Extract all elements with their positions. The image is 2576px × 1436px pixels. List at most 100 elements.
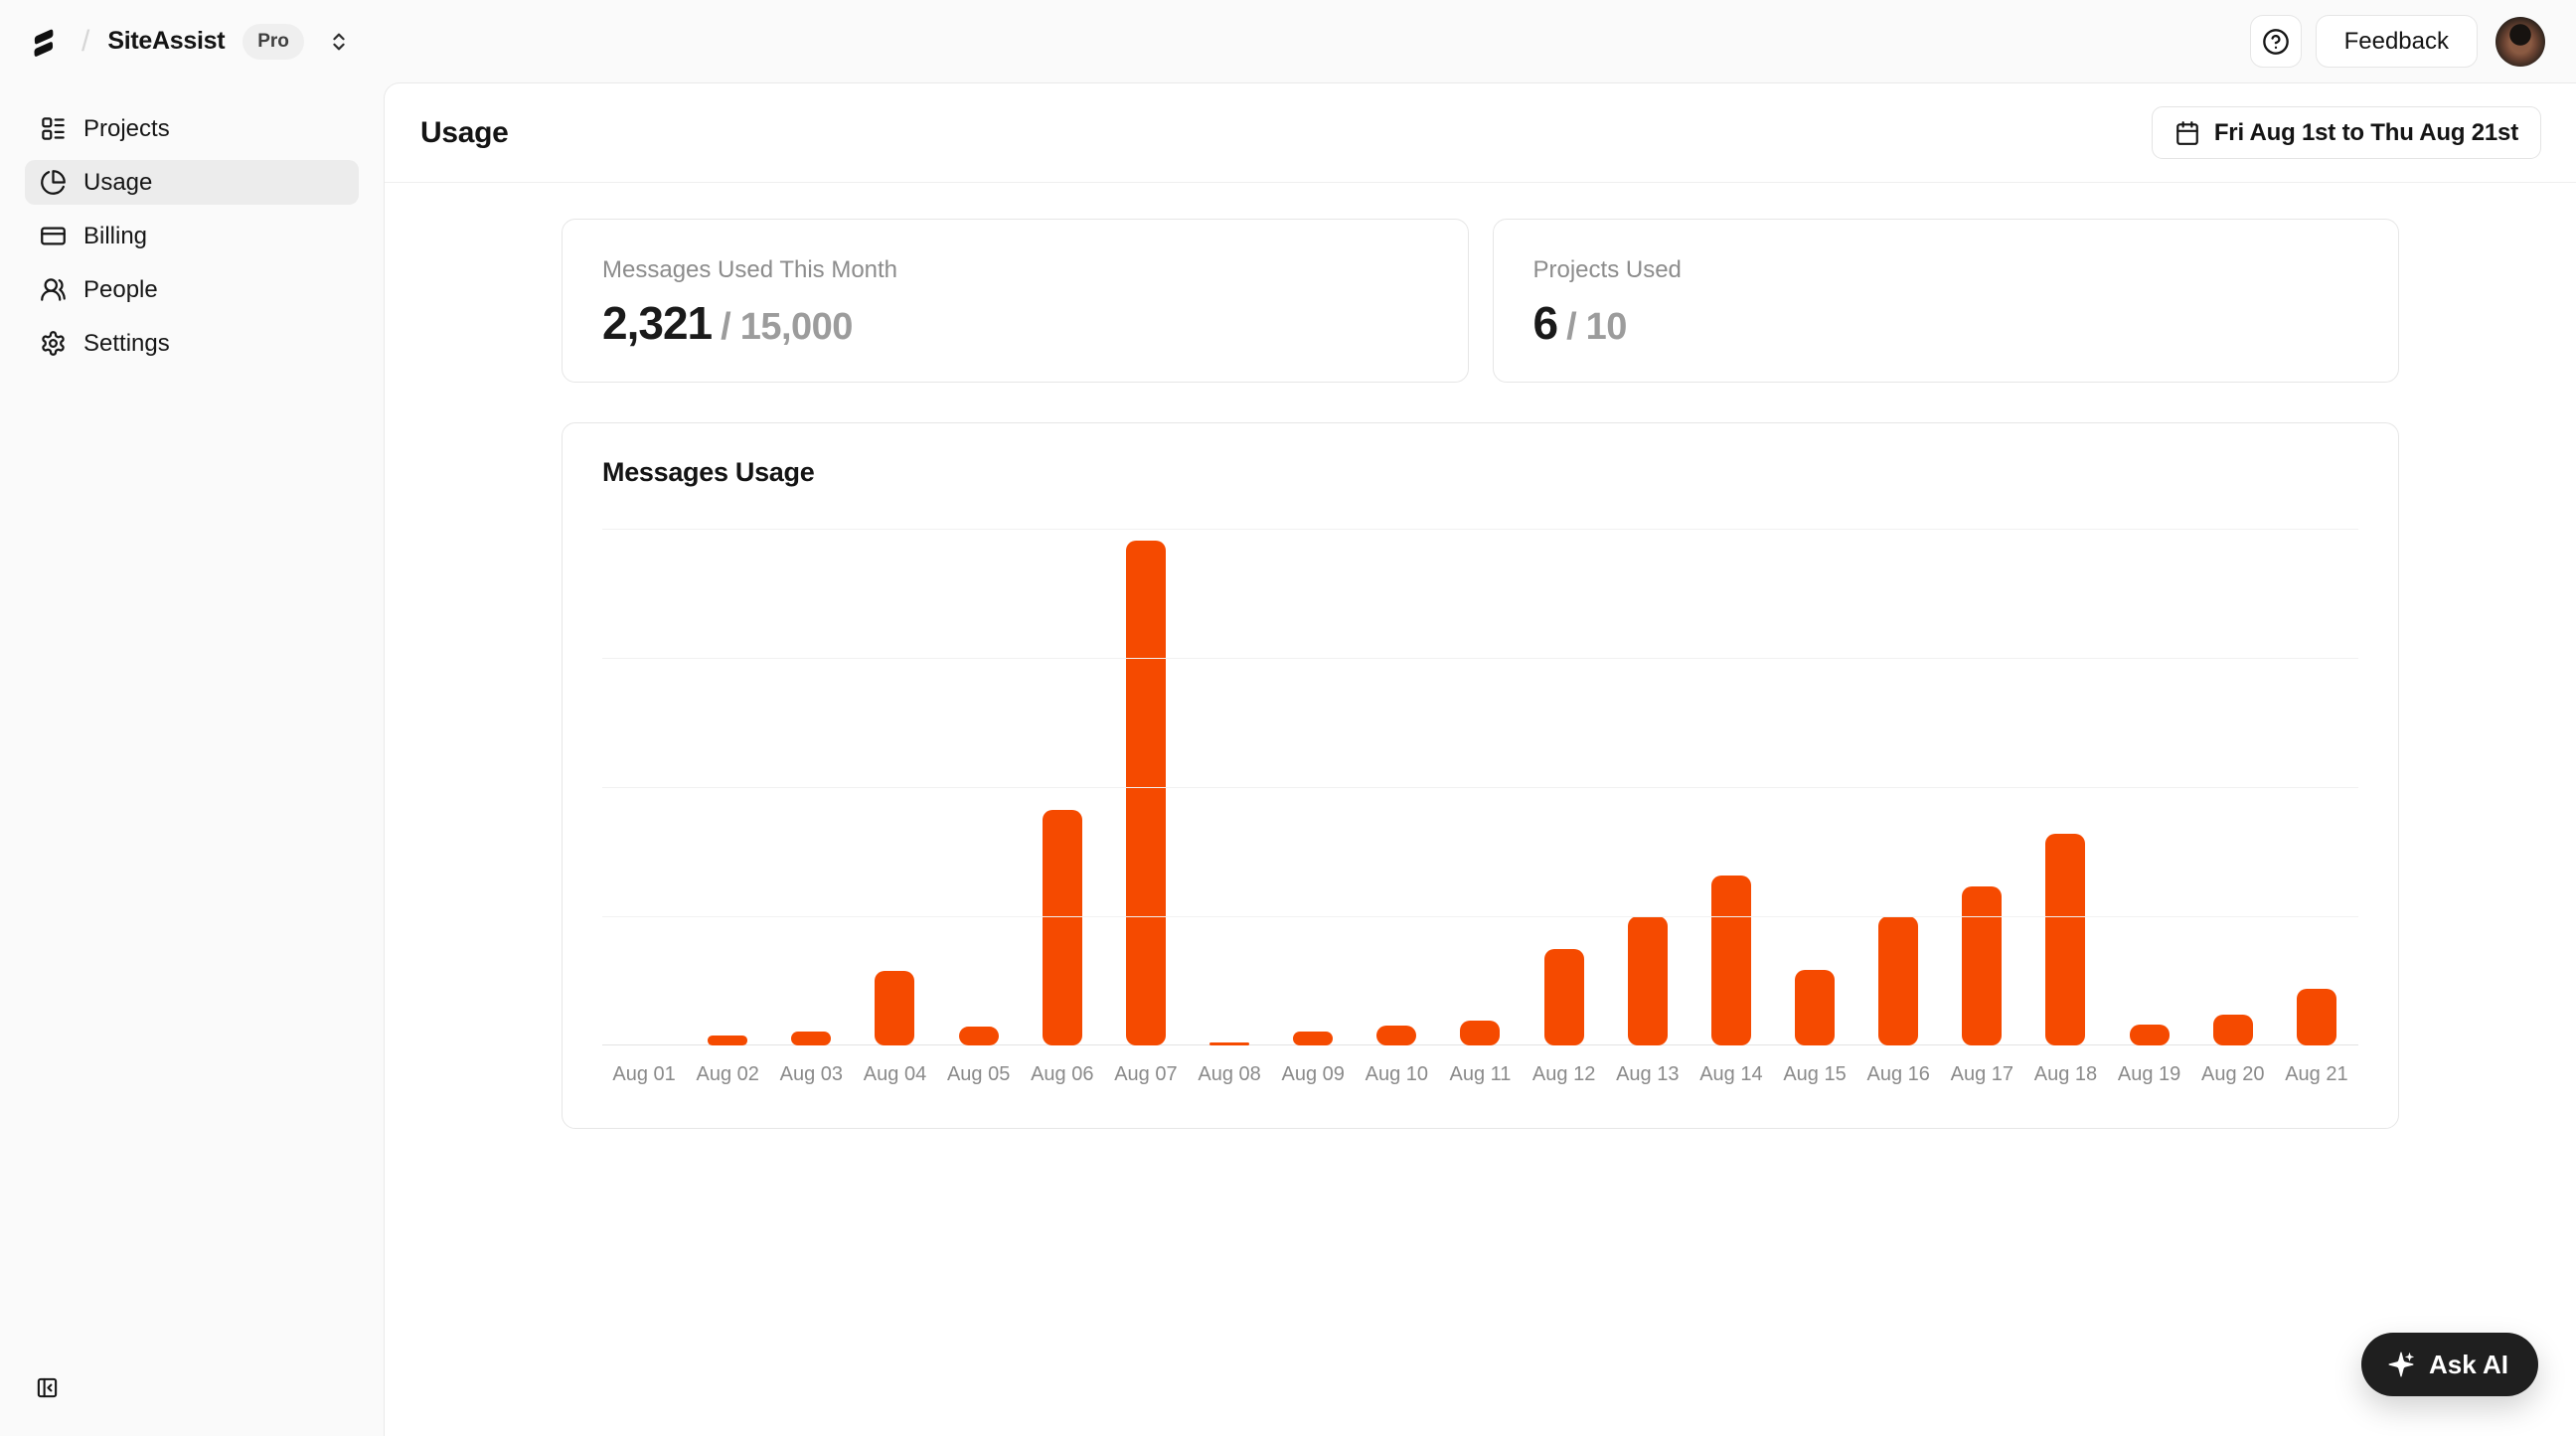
bar-aug-09[interactable] (1293, 1032, 1333, 1045)
x-axis-label: Aug 14 (1690, 1063, 1773, 1086)
stat-value: 6 (1533, 296, 1558, 350)
bar-aug-16[interactable] (1878, 916, 1918, 1045)
ask-ai-button[interactable]: Ask AI (2361, 1333, 2538, 1396)
x-axis-label: Aug 03 (769, 1063, 853, 1086)
plan-badge: Pro (242, 24, 304, 60)
bar-aug-08[interactable] (1209, 1042, 1249, 1045)
help-icon (2262, 28, 2290, 56)
bar-aug-13[interactable] (1628, 916, 1668, 1045)
stats-row: Messages Used This Month 2,321 / 15,000 … (562, 219, 2399, 383)
stat-card-messages: Messages Used This Month 2,321 / 15,000 (562, 219, 1469, 383)
bar-aug-02[interactable] (708, 1036, 747, 1045)
stat-label: Projects Used (1533, 256, 2359, 284)
gridline (602, 658, 2358, 659)
sidebar: Projects Usage Billing (0, 82, 384, 1435)
bar-aug-19[interactable] (2130, 1025, 2170, 1045)
sidebar-item-label: Settings (83, 330, 170, 358)
stat-limit: 15,000 (740, 306, 853, 349)
sidebar-item-billing[interactable]: Billing (25, 214, 359, 258)
bar-aug-10[interactable] (1376, 1026, 1416, 1045)
bar-aug-11[interactable] (1460, 1021, 1500, 1045)
x-axis-label: Aug 02 (686, 1063, 769, 1086)
x-axis-label: Aug 18 (2023, 1063, 2107, 1086)
bar-aug-06[interactable] (1043, 810, 1082, 1045)
date-range-label: Fri Aug 1st to Thu Aug 21st (2214, 119, 2518, 147)
x-axis-labels: Aug 01Aug 02Aug 03Aug 04Aug 05Aug 06Aug … (602, 1063, 2358, 1086)
x-axis-label: Aug 20 (2191, 1063, 2275, 1086)
bar-aug-03[interactable] (791, 1032, 831, 1045)
gridline (602, 529, 2358, 530)
gridline (602, 787, 2358, 788)
x-axis-label: Aug 05 (937, 1063, 1021, 1086)
main-panel: Usage Fri Aug 1st to Thu Aug 21st Messag… (384, 82, 2576, 1436)
stat-separator: / (721, 306, 731, 349)
sidebar-item-label: Projects (83, 115, 170, 143)
bar-aug-18[interactable] (2045, 834, 2085, 1045)
calendar-icon (2174, 120, 2200, 146)
stat-value: 2,321 (602, 296, 712, 350)
feedback-button[interactable]: Feedback (2316, 15, 2478, 68)
date-range-button[interactable]: Fri Aug 1st to Thu Aug 21st (2152, 106, 2541, 159)
x-axis-label: Aug 01 (602, 1063, 686, 1086)
bar-aug-05[interactable] (959, 1027, 999, 1045)
sidebar-item-settings[interactable]: Settings (25, 321, 359, 366)
page-header: Usage Fri Aug 1st to Thu Aug 21st (385, 83, 2576, 183)
sidebar-item-projects[interactable]: Projects (25, 106, 359, 151)
breadcrumb-slash: / (81, 25, 89, 59)
bar-aug-20[interactable] (2213, 1015, 2253, 1045)
chevrons-up-down-icon (328, 31, 350, 53)
x-axis-label: Aug 19 (2108, 1063, 2191, 1086)
logo-icon (30, 25, 64, 59)
help-button[interactable] (2250, 15, 2302, 68)
workspace-switcher[interactable] (324, 27, 354, 57)
sidebar-item-people[interactable]: People (25, 267, 359, 312)
credit-card-icon (40, 223, 67, 249)
topbar-actions: Feedback (2250, 15, 2545, 68)
topbar: / SiteAssist Pro Feedback (0, 0, 2576, 82)
sparkles-icon (2386, 1350, 2416, 1379)
users-icon (40, 276, 67, 303)
sidebar-item-label: Usage (83, 169, 152, 197)
gridline (602, 916, 2358, 917)
gear-icon (40, 330, 67, 357)
workspace-breadcrumb: / SiteAssist Pro (30, 24, 354, 60)
x-axis-label: Aug 09 (1271, 1063, 1355, 1086)
bar-aug-04[interactable] (875, 971, 914, 1045)
x-axis-label: Aug 16 (1856, 1063, 1940, 1086)
x-axis-label: Aug 08 (1188, 1063, 1271, 1086)
bar-aug-17[interactable] (1962, 886, 2002, 1045)
layout-list-icon (40, 115, 67, 142)
x-axis-label: Aug 07 (1104, 1063, 1188, 1086)
ask-ai-label: Ask AI (2429, 1350, 2508, 1380)
x-axis-label: Aug 17 (1940, 1063, 2023, 1086)
sidebar-item-label: Billing (83, 223, 147, 250)
pie-chart-icon (40, 169, 67, 196)
x-axis-label: Aug 04 (853, 1063, 936, 1086)
bar-aug-07[interactable] (1126, 541, 1166, 1045)
bar-aug-21[interactable] (2297, 989, 2336, 1045)
panel-left-close-icon (36, 1376, 59, 1399)
stat-separator: / (1566, 306, 1577, 349)
bar-aug-14[interactable] (1711, 876, 1751, 1045)
sidebar-item-label: People (83, 276, 158, 304)
x-axis-label: Aug 11 (1438, 1063, 1522, 1086)
sidebar-item-usage[interactable]: Usage (25, 160, 359, 205)
stat-label: Messages Used This Month (602, 256, 1428, 284)
stat-card-projects: Projects Used 6 / 10 (1493, 219, 2400, 383)
user-avatar[interactable] (2496, 17, 2545, 67)
x-axis-label: Aug 15 (1773, 1063, 1856, 1086)
chart-card: Messages Usage Aug 01Aug 02Aug 03Aug 04A… (562, 422, 2399, 1129)
workspace-name: SiteAssist (107, 27, 225, 56)
bar-aug-15[interactable] (1795, 970, 1835, 1045)
x-axis-label: Aug 06 (1021, 1063, 1104, 1086)
stat-limit: 10 (1586, 306, 1627, 349)
content-area: Messages Used This Month 2,321 / 15,000 … (385, 183, 2576, 1129)
x-axis-label: Aug 10 (1355, 1063, 1438, 1086)
collapse-sidebar-button[interactable] (36, 1376, 59, 1399)
bar-aug-12[interactable] (1544, 949, 1584, 1045)
chart-title: Messages Usage (602, 457, 2358, 488)
chart-plot (602, 529, 2358, 1045)
x-axis-label: Aug 12 (1523, 1063, 1606, 1086)
x-axis-label: Aug 21 (2275, 1063, 2358, 1086)
page-title: Usage (420, 116, 509, 150)
